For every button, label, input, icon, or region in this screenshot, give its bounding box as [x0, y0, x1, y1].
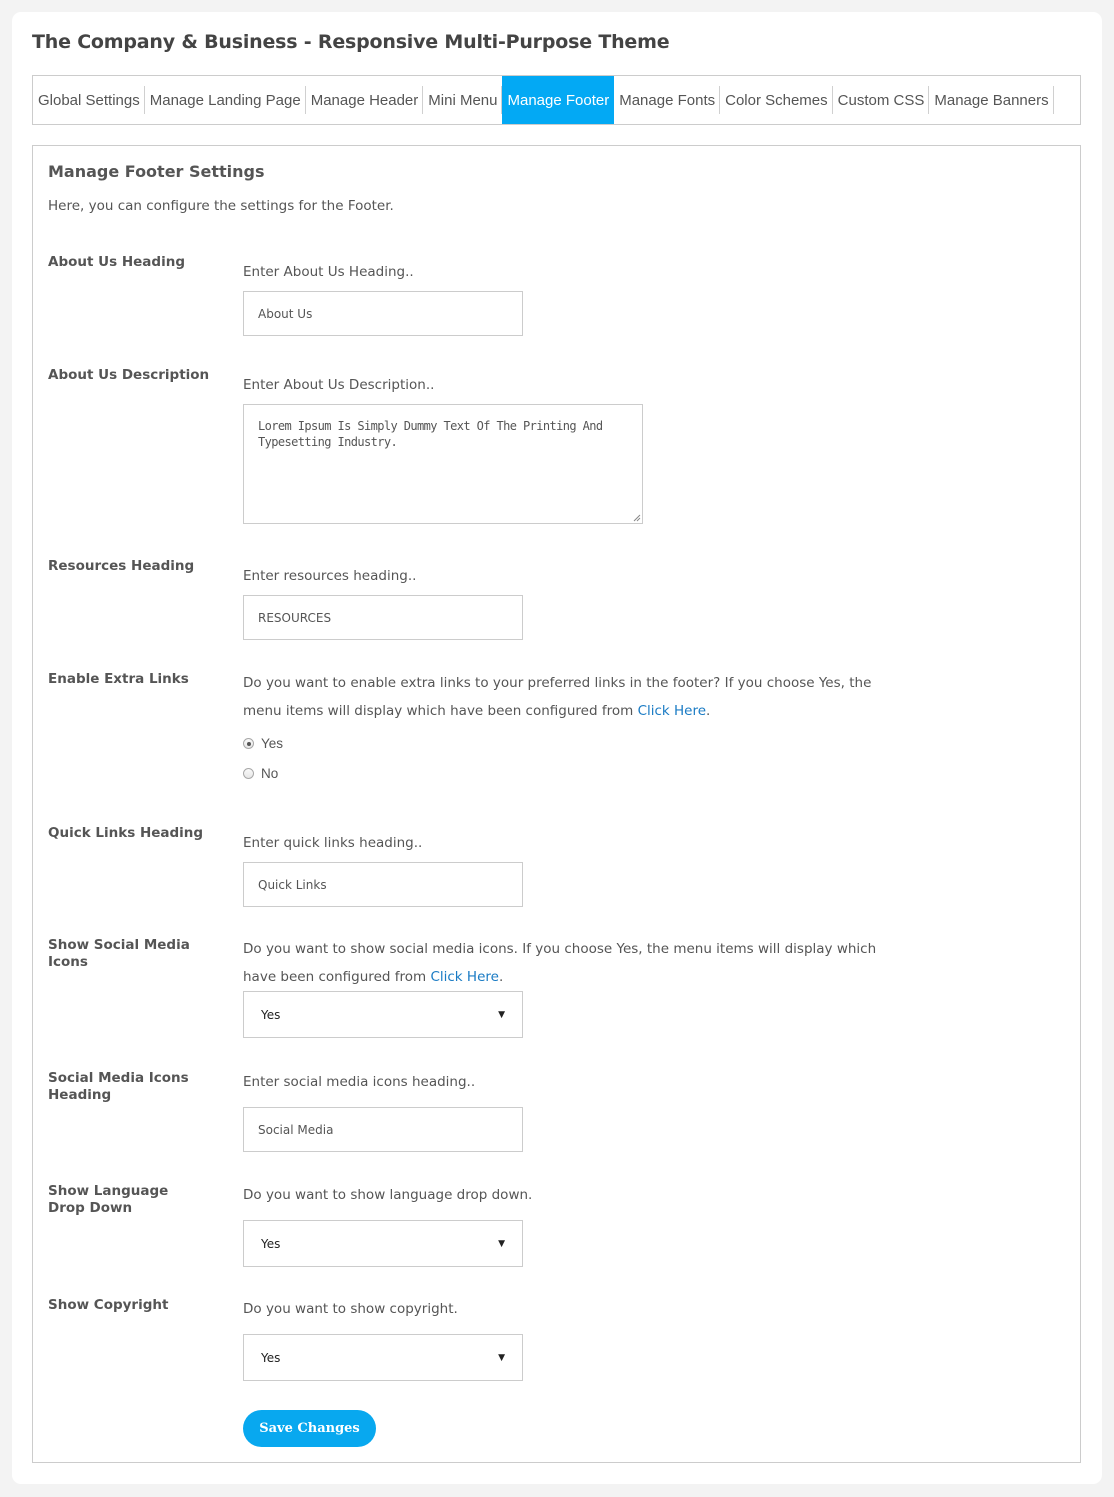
- resources-heading-hint: Enter resources heading..: [243, 568, 417, 584]
- tab-manage-banners[interactable]: Manage Banners: [929, 76, 1054, 124]
- language-dropdown-label: Show Language Drop Down: [48, 1183, 169, 1216]
- panel-description: Here, you can configure the settings for…: [48, 198, 394, 214]
- tab-mini-menu[interactable]: Mini Menu: [423, 76, 503, 124]
- copyright-selected-value: Yes: [261, 1350, 281, 1365]
- tab-manage-landing-page[interactable]: Manage Landing Page: [145, 76, 306, 124]
- extra-links-hint-text: Do you want to enable extra links to you…: [243, 675, 872, 719]
- radio-no[interactable]: [243, 768, 254, 779]
- about-heading-input[interactable]: About Us: [243, 291, 523, 336]
- resources-heading-label: Resources Heading: [48, 558, 195, 574]
- tab-manage-header[interactable]: Manage Header: [306, 76, 424, 124]
- chevron-down-icon: ▼: [498, 1009, 505, 1020]
- tab-manage-footer[interactable]: Manage Footer: [502, 76, 615, 124]
- panel-title: Manage Footer Settings: [48, 162, 265, 181]
- extra-links-hint: Do you want to enable extra links to you…: [243, 669, 883, 725]
- social-icons-hint-text: Do you want to show social media icons. …: [243, 941, 877, 985]
- extra-links-hint-suffix: .: [706, 703, 711, 719]
- about-description-label: About Us Description: [48, 367, 210, 383]
- about-description-textarea[interactable]: Lorem Ipsum Is Simply Dummy Text Of The …: [243, 404, 643, 524]
- about-heading-label: About Us Heading: [48, 254, 185, 270]
- tab-bar: Global Settings Manage Landing Page Mana…: [32, 75, 1081, 125]
- language-dropdown-select[interactable]: Yes ▼: [243, 1220, 523, 1267]
- extra-links-no-option[interactable]: No: [243, 766, 278, 781]
- save-changes-button[interactable]: Save Changes: [243, 1410, 376, 1447]
- radio-yes-label: Yes: [261, 736, 284, 751]
- social-icons-click-here-link[interactable]: Click Here: [430, 969, 498, 985]
- social-icons-hint: Do you want to show social media icons. …: [243, 935, 883, 991]
- tab-manage-fonts[interactable]: Manage Fonts: [614, 76, 721, 124]
- social-icons-selected-value: Yes: [261, 1007, 281, 1022]
- tab-custom-css[interactable]: Custom CSS: [833, 76, 930, 124]
- copyright-select[interactable]: Yes ▼: [243, 1334, 523, 1381]
- resources-heading-input[interactable]: RESOURCES: [243, 595, 523, 640]
- social-heading-hint: Enter social media icons heading..: [243, 1074, 476, 1090]
- app-title: The Company & Business - Responsive Mult…: [32, 31, 670, 53]
- footer-settings-panel: Manage Footer Settings Here, you can con…: [32, 145, 1081, 1463]
- extra-links-label: Enable Extra Links: [48, 671, 189, 687]
- extra-links-yes-option[interactable]: Yes: [243, 736, 283, 751]
- copyright-label: Show Copyright: [48, 1297, 169, 1313]
- chevron-down-icon: ▼: [498, 1238, 505, 1249]
- about-description-value: Lorem Ipsum Is Simply Dummy Text Of The …: [258, 419, 603, 449]
- about-heading-hint: Enter About Us Heading..: [243, 264, 414, 280]
- social-heading-label: Social Media Icons Heading: [48, 1070, 189, 1103]
- resize-grip-icon[interactable]: [632, 513, 641, 522]
- radio-yes[interactable]: [243, 738, 254, 749]
- tab-global-settings[interactable]: Global Settings: [33, 76, 145, 124]
- chevron-down-icon: ▼: [498, 1352, 505, 1363]
- social-icons-select[interactable]: Yes ▼: [243, 991, 523, 1038]
- copyright-hint: Do you want to show copyright.: [243, 1301, 458, 1317]
- social-heading-input[interactable]: Social Media: [243, 1107, 523, 1152]
- quick-links-heading-hint: Enter quick links heading..: [243, 835, 423, 851]
- language-dropdown-hint: Do you want to show language drop down.: [243, 1187, 533, 1203]
- extra-links-click-here-link[interactable]: Click Here: [638, 703, 706, 719]
- quick-links-heading-input[interactable]: Quick Links: [243, 862, 523, 907]
- quick-links-heading-label: Quick Links Heading: [48, 825, 204, 841]
- social-icons-label: Show Social Media Icons: [48, 937, 190, 970]
- radio-no-label: No: [261, 766, 279, 781]
- language-dropdown-selected-value: Yes: [261, 1236, 281, 1251]
- tab-color-schemes[interactable]: Color Schemes: [720, 76, 833, 124]
- social-icons-hint-suffix: .: [498, 969, 504, 985]
- about-description-hint: Enter About Us Description..: [243, 377, 435, 393]
